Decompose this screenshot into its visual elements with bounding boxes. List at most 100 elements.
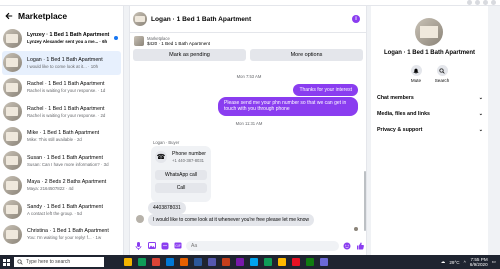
message-thread: Mon 7:53 AM Thanks for your interest Ple… [130,71,368,236]
conversation-text: Sandy · 1 Bed 1 Bath Apartment A contact … [27,204,120,216]
top-bar-icons [467,0,496,5]
section-label: Media, files and links [377,111,430,117]
conversation-item[interactable]: Christina · 1 Bed 1 Bath Apartment You: I… [0,222,123,247]
page-scrollbar[interactable] [488,6,500,255]
taskbar-search-placeholder: Type here to search [26,259,71,265]
privacy-support-section[interactable]: Privacy & support ⌄ [377,127,483,133]
chat-members-section[interactable]: Chat members ⌄ [377,95,483,101]
excel-icon[interactable] [138,258,146,266]
app-icon[interactable] [264,258,272,266]
menu-icon[interactable] [467,0,472,5]
store-icon[interactable] [250,258,258,266]
listing-avatar [3,175,22,195]
conversation-text: Christina · 1 Bed 1 Bath Apartment You: I… [27,228,120,240]
chat-header: Logan · 1 Bed 1 Bath Apartment i [130,6,366,33]
outgoing-message[interactable]: Please send me your phn number so that w… [218,97,358,116]
conversation-text: Maya · 2 Beds 2 Baths Apartment Maya: 216… [27,179,120,191]
search-icon [436,65,448,76]
conversation-item[interactable]: Logan · 1 Bed 1 Bath Apartment I would li… [2,50,121,75]
conversation-name: Christina · 1 Bed 1 Bath Apartment [27,228,109,235]
message-text-field[interactable] [191,242,339,249]
conversation-item[interactable]: Lynzey · 1 Bed 1 Bath Apartment Lynzey Al… [0,26,123,51]
incoming-message[interactable]: I would like to come look at it whenever… [148,214,315,227]
tray-chevron-icon[interactable]: ^ [464,260,466,265]
chrome-icon[interactable] [152,258,160,266]
start-button[interactable] [0,255,12,269]
back-arrow-icon[interactable] [4,11,14,21]
conversation-text: Lynzey · 1 Bed 1 Bath Apartment Lynzey Al… [27,32,120,44]
conversation-item[interactable]: Mike · 1 Bed 1 Bath Apartment Mike: This … [0,124,123,149]
windows-logo-icon [2,258,10,266]
gif-icon[interactable]: GIF [173,241,182,250]
listing-avatar [3,28,22,48]
message-input[interactable] [186,240,339,251]
chat-scrollbar[interactable] [364,171,366,231]
emoji-icon[interactable] [342,241,351,250]
chat-avatar[interactable] [133,12,147,26]
chevron-down-icon: ⌄ [478,127,483,133]
listing-summary[interactable]: Marketplace $420 · 1 Bed 1 Bath Apartmen… [130,33,366,48]
conversation-list: Lynzey · 1 Bed 1 Bath Apartment Lynzey Al… [0,26,123,247]
unread-dot [114,36,118,40]
conversation-info-icon[interactable]: i [352,15,360,23]
whatsapp-call-button[interactable]: WhatsApp call [155,170,207,180]
app-icon[interactable] [278,258,286,266]
conversation-snippet: Lynzey Alexander sent you a me... · 6h [27,39,108,45]
listing-avatar [3,151,22,171]
mute-button[interactable]: Mute [403,65,429,83]
call-button[interactable]: Call [155,183,207,193]
onenote-icon[interactable] [236,258,244,266]
edge-icon[interactable] [166,258,174,266]
mark-as-pending-button[interactable]: Mark as pending [133,49,246,61]
chat-title[interactable]: Logan · 1 Bed 1 Bath Apartment [151,16,352,23]
conversation-item[interactable]: Maya · 2 Beds 2 Baths Apartment Maya: 216… [0,173,123,198]
app-icon[interactable] [292,258,300,266]
search-label: Search [434,78,450,83]
conversation-name: Maya · 2 Beds 2 Baths Apartment [27,179,107,186]
thumbs-up-icon[interactable] [355,241,364,250]
search-button[interactable]: Search [429,65,455,83]
image-icon[interactable] [147,241,156,250]
more-options-button[interactable]: More options [250,49,363,61]
firefox-icon[interactable] [180,258,188,266]
notification-center-icon[interactable]: ▭ [492,259,496,265]
marketplace-sidebar: Marketplace Lynzey · 1 Bed 1 Bath Apartm… [0,6,124,255]
conversation-snippet: A contact left the group. · 5d [27,210,82,216]
incoming-message[interactable]: 4403878031 [148,202,186,215]
conversation-item[interactable]: Rachel · 1 Bed 1 Bath Apartment Rachel is… [0,75,123,100]
outgoing-message[interactable]: Thanks for your interest [293,84,358,97]
app-icon[interactable] [320,258,328,266]
sender-avatar [136,215,144,223]
conversation-text: Mike · 1 Bed 1 Bath Apartment Mike: This … [27,130,120,142]
conversation-snippet: Mike: This still available · 2d [27,137,82,143]
sticker-icon[interactable] [160,241,169,250]
listing-avatar [3,126,22,146]
conversation-snippet: Rachel is waiting for your response. · 1… [27,88,106,94]
conversation-item[interactable]: Rachel · 1 Bed 1 Bath Apartment Rachel is… [0,100,123,125]
conversation-text: Rachel · 1 Bed 1 Bath Apartment Rachel is… [27,81,120,93]
account-icon[interactable] [491,0,496,5]
weather-temp[interactable]: 29°C [449,260,459,265]
powerpoint-icon[interactable] [222,258,230,266]
file-explorer-icon[interactable] [124,258,132,266]
conversation-item[interactable]: Sandy · 1 Bed 1 Bath Apartment A contact … [0,198,123,223]
info-title: Logan · 1 Bed 1 Bath Apartment [383,50,476,56]
listing-thumbnail [134,35,144,46]
word-icon[interactable] [194,258,202,266]
system-tray: ☁ 29°C ^ 7:55 PM 6/9/2020 ▭ [441,255,496,269]
app-icon[interactable] [306,258,314,266]
conversation-name: Lynzey · 1 Bed 1 Bath Apartment [27,32,110,39]
notifications-icon[interactable] [483,0,488,5]
conversation-name: Sandy · 1 Bed 1 Bath Apartment [27,203,103,210]
sidebar-header: Marketplace [0,6,123,26]
taskbar-search[interactable]: Type here to search [14,257,104,267]
weather-icon[interactable]: ☁ [441,259,446,265]
windows-taskbar: Type here to search ☁ 29°C ^ 7:55 PM 6/9… [0,255,500,269]
mute-label: Mute [410,78,422,83]
microphone-icon[interactable] [134,241,143,250]
media-files-links-section[interactable]: Media, files and links ⌄ [377,111,483,117]
teams-icon[interactable] [208,258,216,266]
messenger-icon[interactable] [475,0,480,5]
conversation-item[interactable]: Susan · 1 Bed 1 Bath Apartment Susan: Can… [0,149,123,174]
clock[interactable]: 7:55 PM 6/9/2020 [470,257,488,267]
